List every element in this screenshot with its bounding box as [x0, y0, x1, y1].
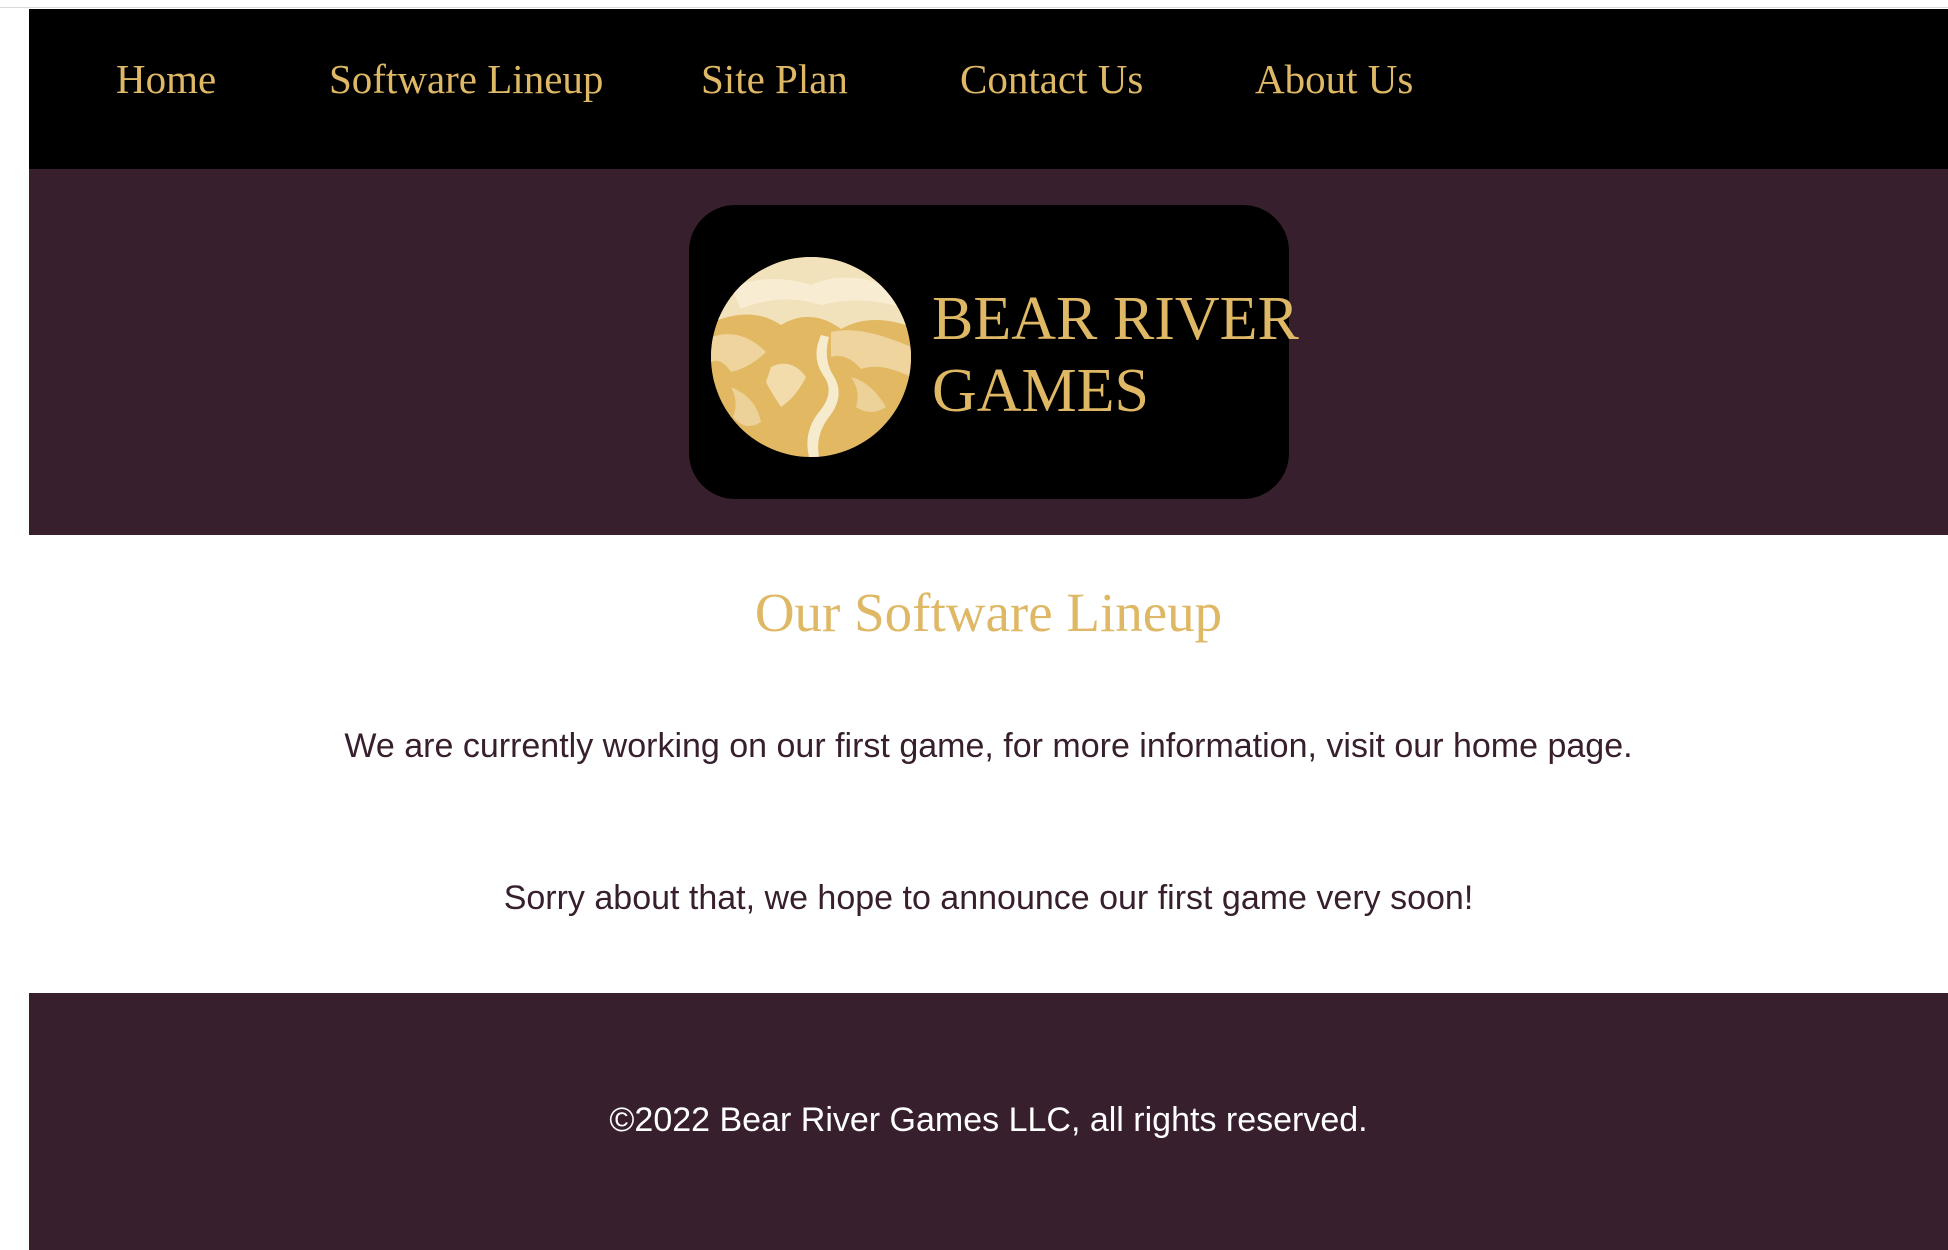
site-logo[interactable]: BEAR RIVER GAMES	[689, 205, 1299, 499]
nav-item-about-us[interactable]: About Us	[1255, 59, 1413, 100]
copyright-text: ©2022 Bear River Games LLC, all rights r…	[609, 1101, 1368, 1139]
logo-wordmark: BEAR RIVER GAMES	[932, 283, 1299, 427]
site-content: Home Software Lineup Site Plan Contact U…	[29, 9, 1948, 1250]
top-rule	[0, 0, 1948, 8]
page-title: Our Software Lineup	[754, 582, 1223, 643]
intro-paragraph: We are currently working on our first ga…	[344, 727, 1633, 765]
nav-item-contact-us[interactable]: Contact Us	[960, 59, 1143, 100]
hero-banner: BEAR RIVER GAMES	[29, 169, 1948, 535]
mountain-river-moon-icon	[711, 257, 911, 457]
nav-item-home[interactable]: Home	[116, 59, 216, 100]
main-nav: Home Software Lineup Site Plan Contact U…	[29, 9, 1948, 169]
main-content: Our Software Lineup We are currently wor…	[29, 535, 1948, 993]
page: Home Software Lineup Site Plan Contact U…	[0, 0, 1948, 1250]
site-footer: ©2022 Bear River Games LLC, all rights r…	[29, 993, 1948, 1250]
nav-item-software-lineup[interactable]: Software Lineup	[329, 59, 603, 100]
logo-line-2: GAMES	[932, 357, 1150, 425]
nav-item-site-plan[interactable]: Site Plan	[701, 59, 848, 100]
logo-line-1: BEAR RIVER	[932, 285, 1299, 353]
apology-paragraph: Sorry about that, we hope to announce ou…	[503, 879, 1474, 917]
